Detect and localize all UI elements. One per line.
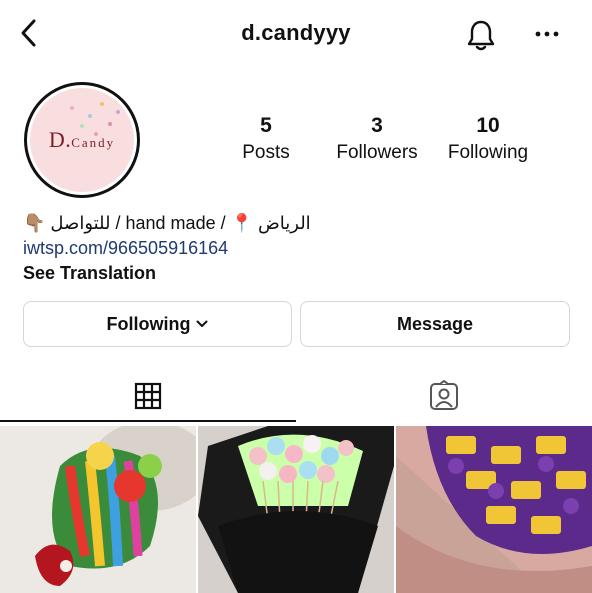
stat-value: 10 (476, 114, 500, 137)
stat-followers[interactable]: 3 Followers (317, 114, 437, 166)
chevron-down-icon (196, 320, 208, 327)
tab-tagged[interactable] (296, 372, 592, 420)
profile-bio: الرياض 📍 / hand made / للتواصل 👇🏽 iwtsp.… (23, 211, 563, 286)
candy-bouquet-image (0, 426, 196, 593)
active-tab-indicator (0, 420, 296, 422)
following-button[interactable]: Following (23, 301, 292, 347)
candy-bouquet-image (396, 426, 592, 593)
stat-posts[interactable]: 5 Posts (206, 114, 326, 166)
post-thumbnail[interactable] (396, 426, 592, 593)
stat-value: 5 (260, 114, 272, 137)
more-horizontal-icon (535, 31, 559, 37)
stat-value: 3 (371, 114, 383, 137)
grid-icon (134, 382, 162, 410)
posts-grid (0, 426, 592, 593)
profile-stats: 5 Posts 3 Followers 10 Following (220, 114, 560, 174)
stat-label: Following (447, 142, 529, 163)
profile-tabs (0, 372, 592, 424)
profile-username: d.candyyy (241, 20, 351, 45)
bio-link[interactable]: iwtsp.com/966505916164 (23, 236, 563, 261)
see-translation-link[interactable]: See Translation (23, 261, 563, 286)
post-thumbnail[interactable] (198, 426, 394, 593)
post-thumbnail[interactable] (0, 426, 196, 593)
more-options-button[interactable] (532, 20, 562, 48)
message-button-label: Message (396, 313, 474, 334)
logo-text: D.Candy (48, 127, 116, 152)
following-button-label: Following (106, 313, 191, 334)
brand-logo: D.Candy (30, 88, 134, 192)
stat-label: Followers (336, 142, 418, 163)
notifications-button[interactable] (462, 16, 500, 54)
top-bar: d.candyyy (0, 0, 592, 70)
profile-avatar[interactable]: D.Candy (24, 82, 140, 198)
bio-text: الرياض 📍 / hand made / للتواصل 👇🏽 (23, 213, 311, 233)
stat-following[interactable]: 10 Following (428, 114, 548, 166)
tagged-person-icon (430, 380, 458, 410)
message-button[interactable]: Message (300, 301, 570, 347)
candy-bouquet-image (198, 426, 394, 593)
bell-icon (467, 20, 495, 51)
tab-posts-grid[interactable] (0, 372, 296, 420)
stat-label: Posts (242, 142, 290, 163)
